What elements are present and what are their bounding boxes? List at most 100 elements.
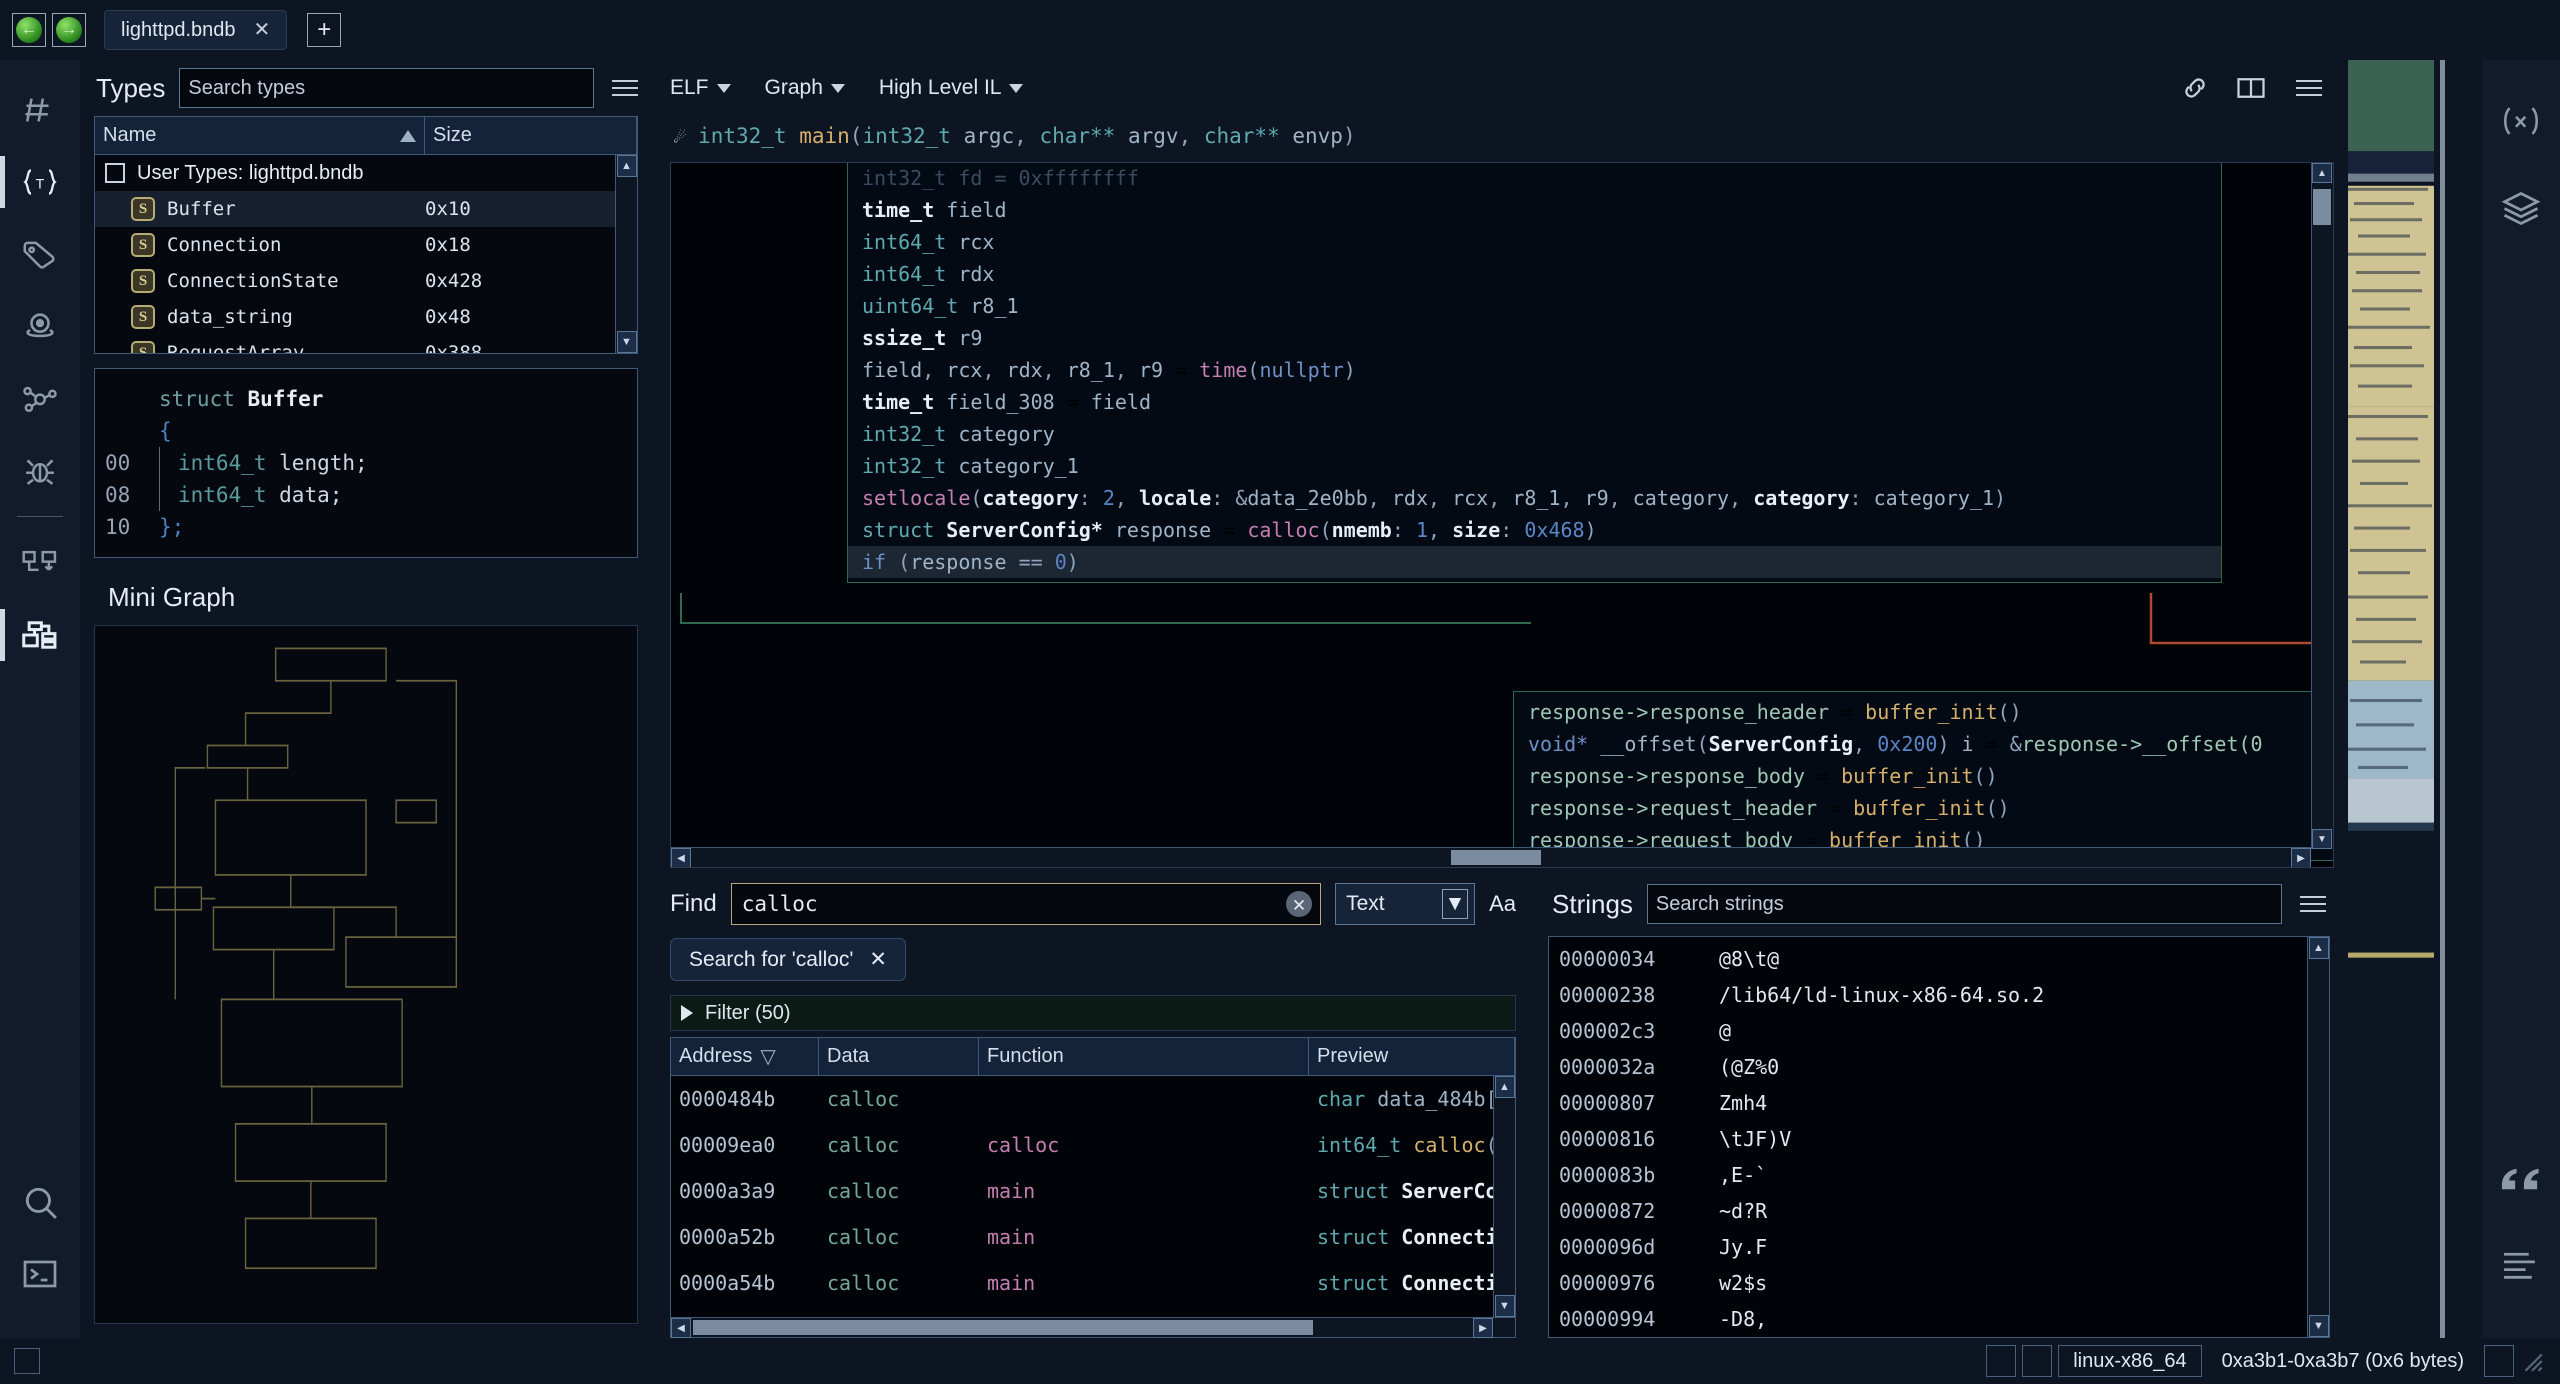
sidebar-item-graph-nodes[interactable] [0, 362, 80, 434]
strings-scrollbar[interactable]: ▲ ▼ [2307, 937, 2329, 1337]
sidebar-item-stack[interactable] [0, 599, 80, 671]
expander-icon[interactable] [105, 163, 125, 183]
tab-lighttpd-bndb[interactable]: lighttpd.bndb ✕ [104, 10, 288, 50]
table-row[interactable]: 0000a54b calloc main struct Connection* … [671, 1260, 1493, 1306]
sidebar-item-types[interactable]: T [0, 146, 80, 218]
search-types-input[interactable]: Search types [179, 68, 594, 108]
sidebar-item-variables[interactable] [2482, 78, 2560, 164]
view-options-menu-icon[interactable] [2292, 80, 2326, 96]
filter-bar[interactable]: Filter (50) [670, 995, 1516, 1031]
scroll-up-icon[interactable]: ▲ [2308, 937, 2329, 959]
list-item[interactable]: 00000807 Zmh4 [1549, 1085, 2307, 1121]
list-item[interactable]: 00000976 w2$s [1549, 1265, 2307, 1301]
sidebar-item-comments[interactable] [2482, 1136, 2560, 1222]
sidebar-item-tags[interactable] [0, 218, 80, 290]
scroll-left-icon[interactable]: ◀ [671, 848, 691, 867]
scroll-down-icon[interactable]: ▼ [2312, 829, 2332, 849]
table-row[interactable]: 0000a52b calloc main struct Connection* … [671, 1214, 1493, 1260]
scroll-right-icon[interactable]: ▶ [2291, 848, 2311, 867]
mini-graph-view[interactable] [94, 625, 638, 1324]
sidebar-item-lines[interactable] [2482, 1222, 2560, 1308]
types-group-row[interactable]: User Types: lighttpd.bndb [95, 155, 615, 191]
table-row[interactable]: S Connection 0x18 [95, 227, 615, 263]
table-row[interactable]: 00009ea0 calloc calloc int64_t calloc(si… [671, 1122, 1493, 1168]
sidebar-item-hash[interactable] [0, 74, 80, 146]
search-strings-input[interactable]: Search strings [1646, 884, 2282, 924]
strings-menu-icon[interactable] [2296, 896, 2330, 912]
code-line[interactable]: response->request_header = buffer_init() [1514, 792, 2333, 824]
dropdown-graph-mode[interactable]: Graph [765, 76, 845, 100]
link-icon[interactable] [2180, 73, 2210, 103]
new-tab-button[interactable]: + [307, 13, 342, 47]
list-item[interactable]: 0000032a (@Z%0 [1549, 1049, 2307, 1085]
scroll-down-icon[interactable]: ▼ [1494, 1295, 1515, 1317]
scroll-up-icon[interactable]: ▲ [2312, 163, 2332, 183]
graph-vertical-scrollbar[interactable]: ▲ ▼ [2311, 163, 2333, 849]
scroll-down-icon[interactable]: ▼ [616, 331, 637, 353]
scroll-thumb[interactable] [1451, 850, 1541, 865]
list-item[interactable]: 00000994 -D8, [1549, 1301, 2307, 1337]
sidebar-item-flow[interactable] [0, 527, 80, 599]
sidebar-item-layers[interactable] [2482, 164, 2560, 250]
sidebar-item-bug[interactable] [0, 434, 80, 506]
column-header-function[interactable]: Function [979, 1038, 1309, 1075]
list-item[interactable]: 00000238/lib64/ld-linux-x86-64.so.2 [1549, 977, 2307, 1013]
resize-grip[interactable] [2514, 1346, 2550, 1376]
scroll-down-icon[interactable]: ▼ [2308, 1315, 2329, 1337]
code-line[interactable]: response->response_header = buffer_init(… [1514, 696, 2333, 728]
search-chip[interactable]: Search for 'calloc' ✕ [670, 938, 907, 981]
scroll-thumb[interactable] [2313, 189, 2331, 225]
forward-button[interactable]: → [52, 13, 86, 47]
list-item[interactable]: 00000034 @8\t@ [1549, 941, 2307, 977]
sidebar-item-search[interactable] [0, 1166, 80, 1238]
status-lock[interactable] [2484, 1345, 2514, 1377]
chevron-right-icon[interactable] [681, 1005, 693, 1021]
table-row[interactable]: Sdata_string 0x48 [95, 299, 615, 335]
scroll-left-icon[interactable]: ◀ [671, 1318, 691, 1338]
table-row[interactable]: 0000a3a9 calloc main struct ServerConfig… [671, 1168, 1493, 1214]
list-item[interactable]: 000002c3 @ [1549, 1013, 2307, 1049]
list-item[interactable]: 00000816 \tJF)V [1549, 1121, 2307, 1157]
column-header-preview[interactable]: Preview [1309, 1038, 1515, 1075]
results-horizontal-scrollbar[interactable]: ◀ ▶ [671, 1317, 1515, 1338]
table-row[interactable]: S ConnectionState 0x428 [95, 263, 615, 299]
sidebar-item-terminal[interactable] [0, 1238, 80, 1310]
table-row[interactable]: S Buffer 0x10 [95, 191, 615, 227]
scroll-thumb[interactable] [693, 1320, 1313, 1335]
results-vertical-scrollbar[interactable]: ▲ ▼ [1493, 1076, 1515, 1317]
find-input[interactable]: calloc ✕ [730, 883, 1322, 925]
code-line[interactable]: response->response_body = buffer_init() [1514, 760, 2333, 792]
column-header-name[interactable]: Name [95, 117, 425, 154]
hlil-basic-block-2[interactable]: response->response_header = buffer_init(… [1513, 691, 2333, 861]
graph-view[interactable]: int32_t fd = 0xffffffff time_t field int… [670, 162, 2334, 868]
list-item[interactable]: 00000872 ~d?R [1549, 1193, 2307, 1229]
dropdown-il-level[interactable]: High Level IL [879, 76, 1024, 100]
clear-icon[interactable]: ✕ [1286, 891, 1313, 917]
status-architecture[interactable]: linux-x86_64 [2058, 1345, 2202, 1377]
split-view-icon[interactable] [2236, 73, 2266, 103]
list-item[interactable]: 0000096d Jy.F [1549, 1229, 2307, 1265]
types-menu-icon[interactable] [608, 80, 642, 96]
table-row[interactable]: 0000484b calloc char data_484b[0x7] = "c… [671, 1076, 1493, 1122]
scroll-right-icon[interactable]: ▶ [1473, 1318, 1493, 1338]
binary-overview-strip[interactable] [2344, 60, 2482, 1338]
sidebar-item-location[interactable] [0, 290, 80, 362]
struct-definition-view[interactable]: struct Buffer { 00 int64_t length; 08 in… [94, 368, 638, 558]
close-icon[interactable]: ✕ [869, 947, 887, 972]
chevron-down-icon[interactable]: ▼ [1442, 889, 1469, 919]
back-button[interactable]: ← [12, 13, 46, 47]
graph-horizontal-scrollbar[interactable]: ◀ ▶ [671, 847, 2311, 867]
dropdown-view-type[interactable]: ELF [670, 76, 731, 100]
find-mode-select[interactable]: Text ▼ [1335, 883, 1476, 925]
column-header-data[interactable]: Data [819, 1038, 979, 1075]
scroll-up-icon[interactable]: ▲ [1494, 1076, 1515, 1098]
close-icon[interactable]: ✕ [254, 20, 271, 40]
types-scrollbar[interactable]: ▲ ▼ [615, 155, 637, 353]
code-line[interactable]: void* __offset(ServerConfig, 0x200) i = … [1514, 728, 2333, 760]
list-item[interactable]: 0000083b ,E-` [1549, 1157, 2307, 1193]
scroll-up-icon[interactable]: ▲ [616, 155, 637, 177]
table-row[interactable]: S RequestArray 0x388 [95, 335, 615, 353]
match-case-toggle[interactable]: Aa [1489, 891, 1516, 917]
column-header-size[interactable]: Size [425, 117, 637, 154]
column-header-address[interactable]: Address ▽ [671, 1038, 819, 1075]
